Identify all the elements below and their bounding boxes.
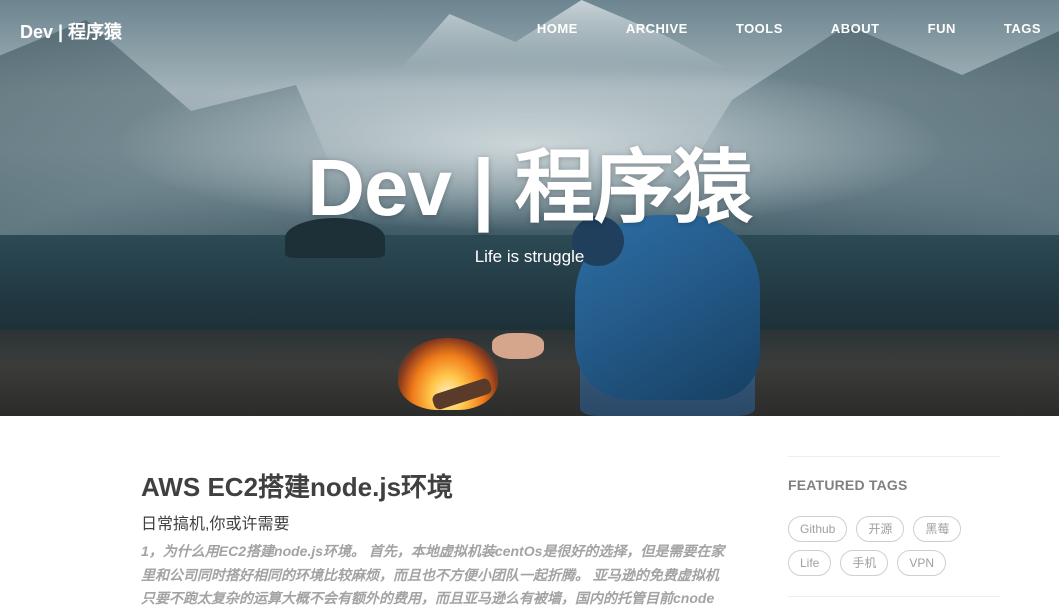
hero-banner: Dev | 程序猿 HOME ARCHIVE TOOLS ABOUT FUN T… [0,0,1059,416]
sidebar-divider-bottom [788,596,1000,597]
post-excerpt: 1，为什么用EC2搭建node.js环境。 首先，本地虚拟机装centOs是很好… [141,543,725,606]
nav-link-tags[interactable]: TAGS [1004,21,1041,36]
nav-links: HOME ARCHIVE TOOLS ABOUT FUN TAGS [489,21,1041,36]
tag-github[interactable]: Github [788,516,848,542]
hero-person-hands [492,333,544,359]
featured-tags-heading: FEATURED TAGS [788,477,908,493]
post-title-link[interactable]: AWS EC2搭建node.js环境 [141,467,453,504]
tag-vpn[interactable]: VPN [897,550,947,576]
nav-link-archive[interactable]: ARCHIVE [626,21,688,36]
post-subtitle: 日常搞机,你或许需要 [141,516,290,533]
nav-link-tools[interactable]: TOOLS [736,21,783,36]
tag-life[interactable]: Life [788,550,832,576]
nav-brand[interactable]: Dev | 程序猿 [20,18,122,44]
tag-open-source[interactable]: 开源 [856,516,905,542]
tag-blackberry[interactable]: 黑莓 [913,516,962,542]
featured-tags-list: Github 开源 黑莓 Life 手机 VPN [788,516,988,576]
hero-subtitle: Life is struggle [474,247,585,266]
nav-link-about[interactable]: ABOUT [831,21,880,36]
sidebar-divider [788,456,1000,457]
hero-title: Dev | 程序猿 [307,143,753,232]
nav-link-fun[interactable]: FUN [928,21,956,36]
nav-link-home[interactable]: HOME [537,21,578,36]
tag-phone[interactable]: 手机 [840,550,889,576]
